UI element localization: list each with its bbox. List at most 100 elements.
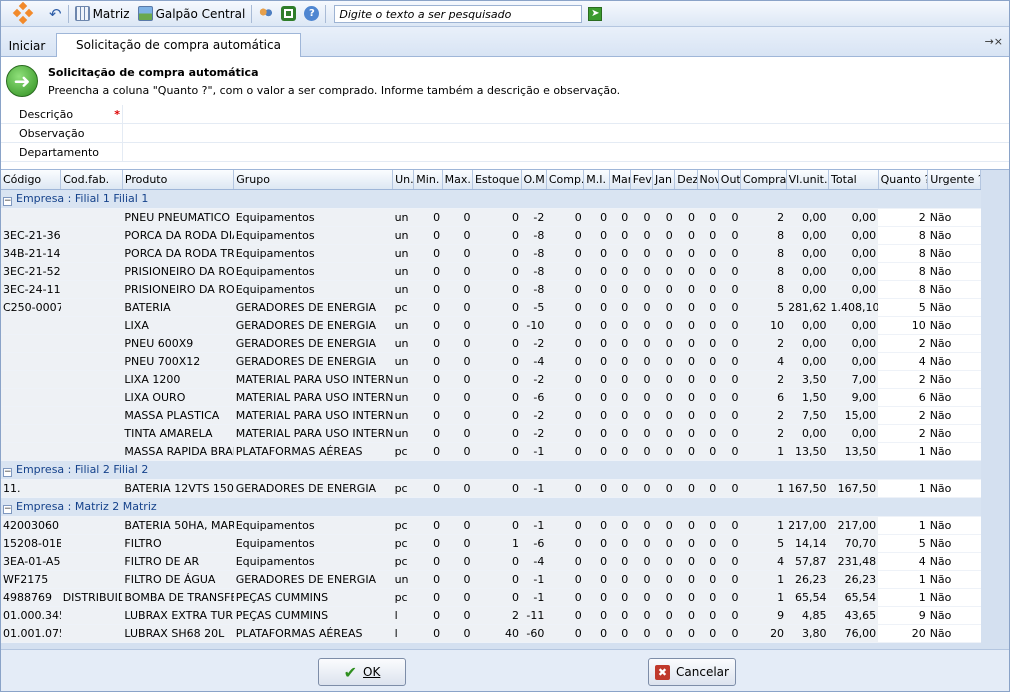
quanto-cell[interactable]: 2 bbox=[878, 334, 928, 353]
quanto-cell[interactable]: 2 bbox=[878, 370, 928, 389]
column-header[interactable]: Comp. bbox=[546, 170, 585, 190]
collapse-icon[interactable]: − bbox=[3, 196, 12, 206]
observacao-field[interactable] bbox=[122, 124, 1009, 142]
quanto-cell[interactable]: 20 bbox=[878, 624, 928, 643]
quanto-cell[interactable]: 5 bbox=[878, 534, 928, 553]
group-row[interactable]: − Empresa : Filial 1 Filial 1 bbox=[1, 189, 981, 209]
urgente-cell[interactable]: Não bbox=[927, 406, 981, 425]
urgente-cell[interactable]: Não bbox=[927, 606, 981, 625]
column-header[interactable]: Un. bbox=[392, 170, 415, 190]
urgente-cell[interactable]: Não bbox=[927, 624, 981, 643]
table-row[interactable]: MASSA RAPIDA BRAN PLATAFORMAS AÉREAS pc 0 0 0… bbox=[1, 442, 981, 461]
column-header[interactable]: Nov bbox=[697, 170, 719, 190]
group-row[interactable]: − Empresa : Filial 2 Filial 2 bbox=[1, 460, 981, 480]
table-row[interactable]: PNEU 600X9 GERADORES DE ENERGIA un 0 0 0 -2 0 0 0… bbox=[1, 334, 981, 353]
urgente-cell[interactable]: Não bbox=[927, 352, 981, 371]
quanto-cell[interactable]: 2 bbox=[878, 406, 928, 425]
column-header[interactable]: Urgente ? bbox=[927, 170, 981, 190]
table-row[interactable]: 3EC-24-113 PRISIONEIRO DA RODAEquipamento… bbox=[1, 280, 981, 299]
quanto-cell[interactable]: 4 bbox=[878, 552, 928, 571]
departamento-field[interactable] bbox=[122, 143, 1009, 161]
urgente-cell[interactable]: Não bbox=[927, 588, 981, 607]
tab-solicitacao[interactable]: Solicitação de compra automática bbox=[56, 33, 301, 57]
column-header[interactable]: Código bbox=[1, 170, 62, 190]
column-header[interactable]: Out bbox=[718, 170, 742, 190]
urgente-cell[interactable]: Não bbox=[927, 226, 981, 245]
search-input[interactable]: Digite o texto a ser pesquisado bbox=[334, 4, 583, 23]
search-go-button[interactable]: ➤ bbox=[588, 6, 603, 21]
urgente-cell[interactable]: Não bbox=[927, 244, 981, 263]
urgente-cell[interactable]: Não bbox=[927, 570, 981, 589]
galpao-button[interactable]: Galpão Central bbox=[134, 3, 250, 25]
collapse-icon[interactable]: − bbox=[3, 504, 12, 514]
quanto-cell[interactable]: 1 bbox=[878, 588, 928, 607]
quanto-cell[interactable]: 8 bbox=[878, 244, 928, 263]
descricao-field[interactable] bbox=[122, 105, 1009, 123]
quanto-cell[interactable]: 10 bbox=[878, 316, 928, 335]
table-row[interactable]: 11. BATERIA 12VTS 150AHGERADORES DE ENERG… bbox=[1, 479, 981, 498]
quanto-cell[interactable]: 5 bbox=[878, 298, 928, 317]
urgente-cell[interactable]: Não bbox=[927, 534, 981, 553]
pin-icon[interactable]: →× bbox=[985, 35, 1003, 48]
table-row[interactable]: WF2175 FILTRO DE ÁGUA GERADORES DE ENERGIA… bbox=[1, 570, 981, 589]
column-header[interactable]: Quanto ? bbox=[878, 170, 929, 190]
undo-button[interactable]: ↶ bbox=[45, 3, 66, 25]
column-header[interactable]: O.M bbox=[521, 170, 547, 190]
table-row[interactable]: MASSA PLASTICA MATERIAL PARA USO INTERNO u… bbox=[1, 406, 981, 425]
users-button[interactable] bbox=[254, 3, 277, 25]
column-header[interactable]: Total bbox=[828, 170, 879, 190]
group-row[interactable]: − Empresa : Matriz 2 Matriz bbox=[1, 497, 981, 517]
table-row[interactable]: PNEU PNEUMATICO Equipamentos un 0 0 0 -2 0 0 0 0 0 0… bbox=[1, 208, 981, 227]
collapse-icon[interactable]: − bbox=[3, 467, 12, 477]
quanto-cell[interactable]: 1 bbox=[878, 570, 928, 589]
table-row[interactable]: 3EC-21-522 PRISIONEIRO DA RODAEquipamento… bbox=[1, 262, 981, 281]
quanto-cell[interactable]: 2 bbox=[878, 424, 928, 443]
urgente-cell[interactable]: Não bbox=[927, 316, 981, 335]
urgente-cell[interactable]: Não bbox=[927, 208, 981, 227]
column-header[interactable]: Dez bbox=[674, 170, 698, 190]
quanto-cell[interactable]: 1 bbox=[878, 442, 928, 461]
urgente-cell[interactable]: Não bbox=[927, 262, 981, 281]
quanto-cell[interactable]: 1 bbox=[878, 479, 928, 498]
quanto-cell[interactable]: 4 bbox=[878, 352, 928, 371]
urgente-cell[interactable]: Não bbox=[927, 298, 981, 317]
ok-button[interactable]: ✔ OK bbox=[318, 658, 406, 686]
quanto-cell[interactable]: 6 bbox=[878, 388, 928, 407]
table-row[interactable]: 01.000.345 LUBRAX EXTRA TURBOPEÇAS CUMMIN… bbox=[1, 606, 981, 625]
urgente-cell[interactable]: Não bbox=[927, 516, 981, 535]
tab-iniciar[interactable]: Iniciar bbox=[1, 35, 53, 57]
column-header[interactable]: Comprar bbox=[740, 170, 787, 190]
table-row[interactable]: 34B-21-141 PORCA DA RODA TRAEquipamentosu… bbox=[1, 244, 981, 263]
urgente-cell[interactable]: Não bbox=[927, 280, 981, 299]
column-header[interactable]: Fev bbox=[630, 170, 654, 190]
column-header[interactable]: Min. bbox=[413, 170, 443, 190]
urgente-cell[interactable]: Não bbox=[927, 479, 981, 498]
urgente-cell[interactable]: Não bbox=[927, 552, 981, 571]
urgente-cell[interactable]: Não bbox=[927, 334, 981, 353]
table-row[interactable]: 01.001.075 LUBRAX SH68 20L PLATAFORMAS AÉR… bbox=[1, 624, 981, 643]
table-row[interactable]: 3EC-21-368 PORCA DA RODA DIAEquipamentosu… bbox=[1, 226, 981, 245]
table-row[interactable]: PNEU 700X12 GERADORES DE ENERGIA un 0 0 0 -4 0 0… bbox=[1, 352, 981, 371]
column-header[interactable]: M.I. bbox=[583, 170, 610, 190]
table-row[interactable]: 4988769DISTRIBUIDORBOMBA DE TRANSFERPEÇA… bbox=[1, 588, 981, 607]
quanto-cell[interactable]: 2 bbox=[878, 208, 928, 227]
column-header[interactable]: Vl.unit. bbox=[786, 170, 830, 190]
table-row[interactable]: C250-0007 BATERIA GERADORES DE ENERGIA pc 0 0… bbox=[1, 298, 981, 317]
quanto-cell[interactable]: 9 bbox=[878, 606, 928, 625]
urgente-cell[interactable]: Não bbox=[927, 388, 981, 407]
table-row[interactable]: LIXA OURO MATERIAL PARA USO INTERNO un 0 0 0-… bbox=[1, 388, 981, 407]
quanto-cell[interactable]: 8 bbox=[878, 262, 928, 281]
column-header[interactable]: Produto bbox=[122, 170, 235, 190]
table-row[interactable]: LIXA GERADORES DE ENERGIA un 0 0 0 -10 0 0 0 0 0 0 0 0… bbox=[1, 316, 981, 335]
table-row[interactable]: 15208-01B0FILTROEquipamentospc001-600000… bbox=[1, 534, 981, 553]
column-header[interactable]: Jan bbox=[652, 170, 676, 190]
table-row[interactable]: TINTA AMARELA MATERIAL PARA USO INTERNO un… bbox=[1, 424, 981, 443]
urgente-cell[interactable]: Não bbox=[927, 442, 981, 461]
help-button[interactable]: ? bbox=[300, 3, 323, 25]
table-row[interactable]: 3EA-01-A53FILTRO DE AREquipamentospc000-… bbox=[1, 552, 981, 571]
table-row[interactable]: LIXA 1200 MATERIAL PARA USO INTERNO un 0 0 0-… bbox=[1, 370, 981, 389]
quanto-cell[interactable]: 8 bbox=[878, 280, 928, 299]
column-header[interactable]: Grupo bbox=[233, 170, 394, 190]
column-header[interactable]: Estoque bbox=[472, 170, 522, 190]
matriz-button[interactable]: Matriz bbox=[71, 3, 134, 25]
